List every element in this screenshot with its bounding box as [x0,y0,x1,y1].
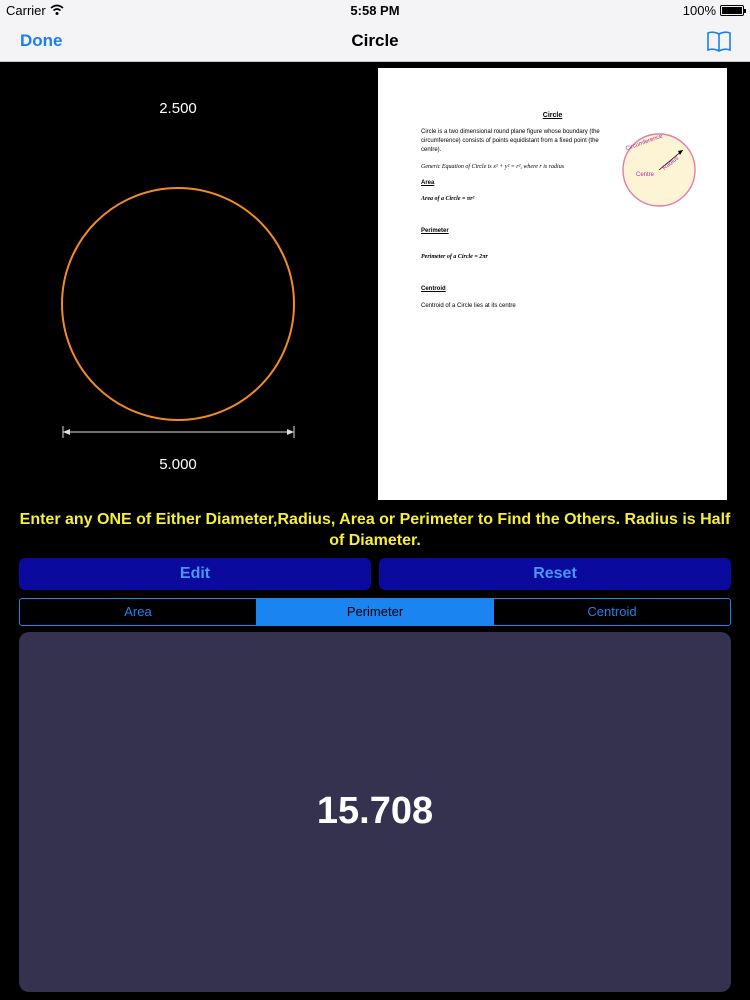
instruction-text: Enter any ONE of Either Diameter,Radius,… [19,511,731,549]
circle-diagram-image: Circumference Radius Centre [622,133,696,207]
circle-drawing [61,187,295,438]
status-bar: Carrier 5:58 PM 100% [0,0,750,22]
tab-area[interactable]: Area [20,599,256,625]
result-value: 15.708 [316,790,434,832]
reset-button[interactable]: Reset [379,558,731,590]
battery-icon [720,5,746,16]
perimeter-heading: Perimeter [421,228,449,234]
result-panel: 15.708 [19,632,731,992]
tab-perimeter[interactable]: Perimeter [256,599,493,625]
area-equation: Area of a Circle = πr² [421,196,475,202]
book-icon[interactable] [706,28,732,54]
navigation-bar: Done Circle [0,22,750,62]
centroid-heading: Centroid [421,286,446,292]
property-tabs: Area Perimeter Centroid [19,598,731,626]
diameter-dimension-line [62,426,295,438]
formula-document: Circle Circle is a two dimensional round… [378,68,727,500]
diagram-centre-label: Centre [636,172,655,178]
area-heading: Area [421,180,435,186]
generic-equation: Generic Equation of Circle is x² + y² = … [421,164,565,170]
battery-percent: 100% [682,3,716,18]
intro-line-3: centre). [421,147,442,153]
centroid-text: Centroid of a Circle lies at its centre [421,303,516,309]
circle-figure: 2.500 5.000 [0,62,376,502]
tab-centroid[interactable]: Centroid [493,599,730,625]
page-title: Circle [351,31,399,50]
perimeter-equation: Perimeter of a Circle = 2πr [421,254,488,260]
edit-button[interactable]: Edit [19,558,371,590]
intro-line-2: circumference) consists of points equidi… [421,138,599,144]
circle-outline [61,187,295,421]
document-title: Circle [542,112,563,119]
diameter-value: 5.000 [159,456,197,473]
intro-line-1: Circle is a two dimensional round plane … [421,129,600,135]
status-time: 5:58 PM [350,3,400,18]
